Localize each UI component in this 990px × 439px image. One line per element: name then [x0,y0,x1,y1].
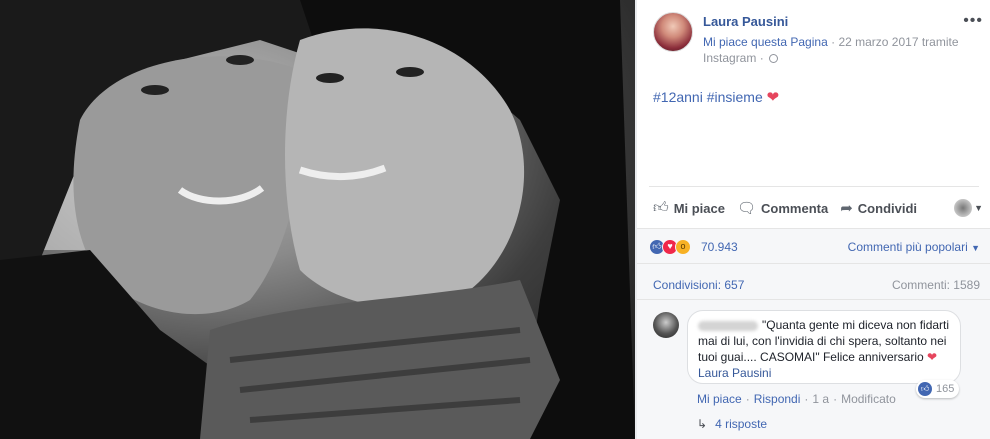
heart-icon: ❤ [927,350,938,364]
divider [649,186,979,187]
globe-icon [769,54,779,63]
source-label: Instagram [703,51,757,65]
post-actions: 👍︎ Mi piace 🗨︎ Commenta ➦ Condividi ▼ [653,196,983,220]
comment-button[interactable]: 🗨︎ Commenta [737,199,828,217]
reply-arrow-icon: ↳ [697,417,708,431]
comment-text: "Quanta gente mi diceva non fidarti mai … [698,318,950,380]
reaction-icons[interactable]: 👍︎ ♥ o [649,239,691,255]
comment-actions: Mi piace · Rispondi · 1 a · Modificato [697,392,896,406]
page-name-link[interactable]: Laura Pausini [703,14,788,29]
reactions-bar: 👍︎ ♥ o 70.943 Commenti più popolari ▼ [637,228,990,264]
heart-icon: ❤ [766,89,780,106]
comments-area: "Quanta gente mi diceva non fidarti mai … [637,300,990,439]
chevron-down-icon: ▼ [971,243,980,253]
shares-count[interactable]: Condivisioni: 657 [653,278,744,292]
post-photo[interactable] [0,0,635,439]
page-avatar[interactable] [653,12,693,52]
mention-link[interactable]: Laura Pausini [698,366,771,380]
comment-icon: 🗨︎ [736,200,757,217]
via-label: tramite [921,35,959,49]
comments-count: Commenti: 1589 [891,278,980,292]
edited-label[interactable]: Modificato [841,392,896,406]
comment-author[interactable] [698,320,758,331]
post-side-panel: Laura Pausini ••• Mi piace questa Pagina… [637,0,990,439]
avatar[interactable] [653,312,679,338]
photo-illustration [0,0,635,439]
stats-bar: Condivisioni: 657 Commenti: 1589 [637,264,990,300]
comment-like-link[interactable]: Mi piace [697,392,742,406]
comment-label: Commenta [761,200,829,216]
like-label: Mi piace [673,200,725,216]
comment-bubble: "Quanta gente mi diceva non fidarti mai … [687,310,961,384]
comment-sort-dropdown[interactable]: Commenti più popolari ▼ [848,240,980,254]
replies-label: 4 risposte [715,417,768,431]
wow-reaction-icon: o [675,239,691,255]
post-meta: Mi piace questa Pagina · 22 marzo 2017 t… [703,35,959,65]
comment-reply-link[interactable]: Rispondi [754,392,801,406]
post-header: Laura Pausini ••• Mi piace questa Pagina… [653,12,983,68]
comment-time[interactable]: 1 a [812,392,829,406]
like-button[interactable]: 👍︎ Mi piace [653,199,725,217]
sort-label: Commenti più popolari [847,240,968,254]
view-replies-link[interactable]: ↳ 4 risposte [697,417,767,431]
chevron-down-icon: ▼ [974,203,983,213]
post-date[interactable]: 22 marzo 2017 [838,35,918,49]
more-icon[interactable]: ••• [963,12,983,30]
thumbs-up-icon: 👍︎ [918,382,932,396]
hashtag-link[interactable]: #insieme [707,89,763,105]
avatar [954,199,973,217]
reaction-count[interactable]: 70.943 [701,240,738,254]
share-icon: ➦ [840,200,853,217]
post-text: #12anni #insieme ❤ [653,88,779,106]
hashtag-link[interactable]: #12anni [653,89,703,105]
like-page-link[interactable]: Mi piace questa Pagina [703,35,828,49]
comment-like-count[interactable]: 👍︎ 165 [916,380,960,398]
thumbs-up-icon: 👍︎ [653,199,669,216]
share-label: Condividi [857,200,918,216]
post-as-selector[interactable]: ▼ [954,199,983,217]
share-button[interactable]: ➦ Condividi [840,199,917,217]
comment-likes-number: 165 [936,383,955,395]
